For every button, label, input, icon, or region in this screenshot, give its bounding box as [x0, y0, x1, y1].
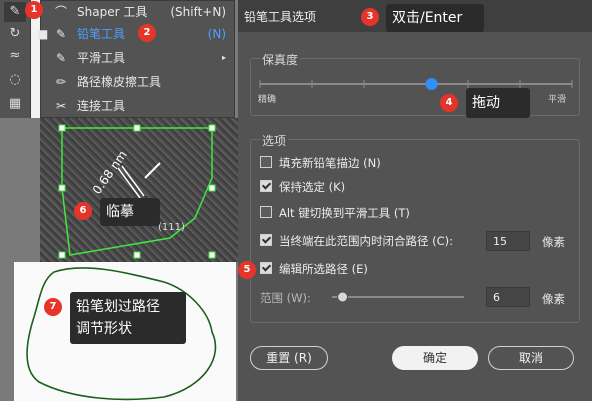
- reset-button[interactable]: 重置 (R): [250, 346, 328, 370]
- fill-new-strokes-checkbox[interactable]: [260, 156, 272, 168]
- range-label: 范围 (W):: [260, 291, 311, 305]
- anchor-handle[interactable]: [208, 124, 216, 132]
- step-badge-1: 1: [25, 1, 43, 19]
- rotate-tool-icon[interactable]: ↻: [4, 24, 26, 44]
- step-badge-6: 6: [74, 202, 92, 220]
- tem-plane-label: (111): [158, 222, 185, 233]
- step-badge-3: 3: [361, 8, 379, 26]
- ok-button[interactable]: 确定: [392, 346, 478, 370]
- flyout-item-label: 连接工具: [77, 99, 126, 113]
- fill-new-strokes-text: 填充新铅笔描边 (N): [279, 156, 381, 170]
- edit-selected-checkbox[interactable]: [260, 262, 272, 274]
- anchor-handle[interactable]: [58, 124, 66, 132]
- flyout-item-label: Shaper 工具: [77, 5, 148, 19]
- anchor-handle[interactable]: [133, 124, 141, 132]
- submenu-arrow-icon: ▸: [221, 53, 226, 62]
- selected-marker: ■: [37, 27, 49, 41]
- pencil-tool-icon[interactable]: ✎: [4, 2, 26, 22]
- fidelity-label: 保真度: [260, 51, 301, 68]
- tem-overlay: 0.68 nm (111): [58, 124, 216, 259]
- tem-size-label: 0.68 nm: [90, 148, 130, 197]
- anchor-handle[interactable]: [58, 184, 66, 192]
- fill-new-strokes-option[interactable]: 填充新铅笔描边 (N): [260, 154, 381, 172]
- keep-selected-checkbox[interactable]: [260, 180, 272, 192]
- pointer-arrow: [144, 162, 161, 179]
- close-paths-text: 当终端在此范围内时闭合路径 (C):: [279, 234, 454, 248]
- cancel-button[interactable]: 取消: [488, 346, 574, 370]
- lasso-tool-icon[interactable]: ◌: [4, 70, 26, 90]
- pencil-tool-options-dialog: 铅笔工具选项 保真度 精确 平滑 选项 填充新铅笔描边 (N) 保持选定 (K)…: [238, 0, 592, 401]
- flyout-item-smooth[interactable]: ✎ 平滑工具 ▸: [41, 47, 234, 69]
- lattice-marker: [121, 165, 145, 197]
- close-paths-unit: 像素: [542, 235, 565, 249]
- join-icon: ✂: [55, 99, 67, 113]
- anchor-handle[interactable]: [58, 251, 66, 259]
- flyout-item-label: 铅笔工具: [77, 27, 126, 41]
- width-tool-icon[interactable]: ≈: [4, 46, 26, 66]
- callout-drag: 拖动: [466, 88, 530, 118]
- pencil-tool-flyout: ⌒ Shaper 工具 (Shift+N) ■ ✎ 铅笔工具 (N) ✎ 平滑工…: [37, 0, 235, 118]
- slider-thumb[interactable]: [337, 291, 349, 303]
- close-paths-checkbox[interactable]: [260, 234, 272, 246]
- flyout-item-shortcut: (N): [207, 27, 226, 41]
- flyout-item-join[interactable]: ✂ 连接工具: [41, 95, 234, 117]
- tool-panel: ✎ ↻ ≈ ◌ ▦: [0, 0, 31, 118]
- shaper-icon: ⌒: [54, 5, 67, 19]
- keep-selected-text: 保持选定 (K): [279, 180, 346, 194]
- anchor-handle[interactable]: [208, 184, 216, 192]
- flyout-item-path-eraser[interactable]: ✏ 路径橡皮擦工具: [41, 71, 234, 93]
- fidelity-min-label: 精确: [258, 95, 277, 105]
- close-paths-option[interactable]: 当终端在此范围内时闭合路径 (C):: [260, 232, 453, 250]
- edit-selected-option[interactable]: 编辑所选路径 (E): [260, 260, 368, 278]
- alt-toggle-option[interactable]: Alt 键切换到平滑工具 (T): [260, 204, 410, 222]
- flyout-item-label: 平滑工具: [77, 51, 126, 65]
- anchor-handle[interactable]: [133, 251, 141, 259]
- path-eraser-icon: ✏: [55, 75, 67, 89]
- range-value-field[interactable]: 6: [486, 287, 530, 307]
- step-badge-2: 2: [138, 24, 156, 42]
- step-badge-4: 4: [440, 94, 458, 112]
- options-label: 选项: [260, 132, 289, 149]
- flyout-item-shaper[interactable]: ⌒ Shaper 工具 (Shift+N): [41, 1, 234, 23]
- alt-toggle-checkbox[interactable]: [260, 206, 272, 218]
- callout-trace: 临摹: [100, 198, 160, 226]
- step-badge-7: 7: [44, 298, 62, 316]
- grid-tool-icon[interactable]: ▦: [4, 94, 26, 114]
- fidelity-max-label: 平滑: [548, 95, 567, 105]
- flyout-item-shortcut: (Shift+N): [170, 5, 226, 19]
- alt-toggle-text: Alt 键切换到平滑工具 (T): [279, 206, 410, 220]
- step-badge-5: 5: [238, 261, 256, 279]
- lattice-marker: [117, 167, 141, 199]
- range-slider[interactable]: [328, 289, 468, 305]
- close-paths-value-field[interactable]: 15: [486, 231, 530, 251]
- pencil-icon: ✎: [55, 27, 67, 41]
- slider-thumb[interactable]: [425, 78, 438, 90]
- anchor-handle[interactable]: [208, 251, 216, 259]
- smooth-icon: ✎: [55, 51, 67, 65]
- dialog-title: 铅笔工具选项: [244, 10, 317, 24]
- edit-selected-text: 编辑所选路径 (E): [279, 262, 368, 276]
- callout-double-click: 双击/Enter: [386, 4, 484, 32]
- range-unit: 像素: [542, 292, 565, 306]
- tem-image: 0.68 nm (111): [40, 118, 238, 262]
- callout-line-1: 铅笔划过路径: [76, 299, 160, 315]
- flyout-item-label: 路径橡皮擦工具: [77, 75, 162, 89]
- callout-line-2: 调节形状: [76, 321, 132, 337]
- traced-outline: [61, 127, 213, 256]
- keep-selected-option[interactable]: 保持选定 (K): [260, 178, 345, 196]
- callout-adjust-shape: 铅笔划过路径 调节形状: [70, 292, 186, 344]
